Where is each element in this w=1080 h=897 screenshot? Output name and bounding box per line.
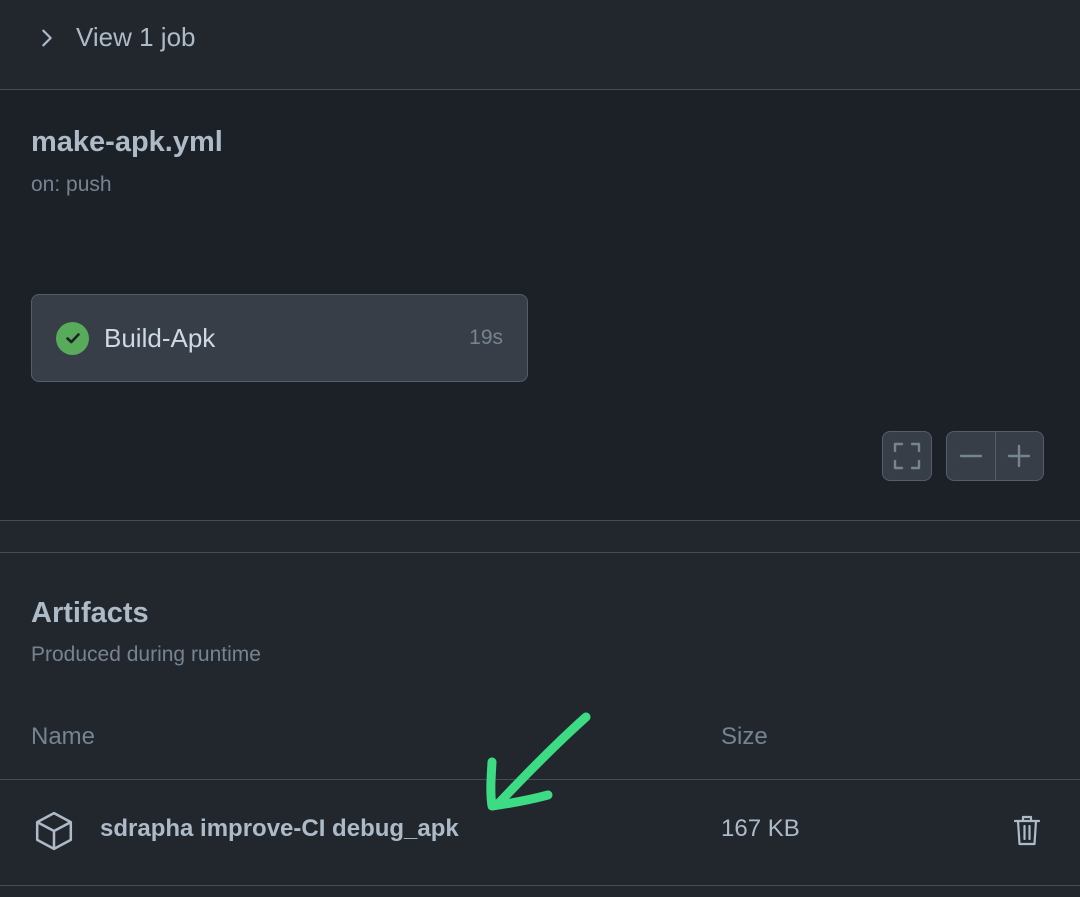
job-card-build-apk[interactable]: Build-Apk 19s: [31, 294, 528, 382]
view-jobs-toggle[interactable]: View 1 job: [0, 0, 1080, 90]
trash-icon[interactable]: [1012, 813, 1042, 847]
artifacts-title: Artifacts: [31, 597, 149, 629]
plus-icon: [1008, 444, 1031, 468]
zoom-in-button[interactable]: [994, 432, 1043, 480]
chevron-right-icon: [42, 29, 52, 46]
job-duration: 19s: [469, 326, 503, 349]
zoom-controls: [946, 431, 1044, 481]
fullscreen-icon: [893, 442, 921, 470]
artifact-size: 167 KB: [721, 815, 800, 842]
job-name: Build-Apk: [104, 322, 216, 353]
artifacts-section: Artifacts Produced during runtime Name S…: [0, 553, 1080, 897]
zoom-out-button[interactable]: [947, 432, 995, 480]
page: View 1 job make-apk.yml on: push Build-A…: [0, 0, 1080, 897]
workflow-trigger: on: push: [31, 173, 112, 196]
success-check-icon: [56, 321, 89, 355]
column-header-size: Size: [721, 723, 768, 750]
artifact-row: sdrapha improve-CI debug_apk 167 KB: [0, 779, 1080, 886]
workflow-graph: make-apk.yml on: push Build-Apk 19s: [0, 90, 1080, 521]
section-divider: [0, 521, 1080, 553]
workflow-file-name: make-apk.yml: [31, 126, 223, 158]
view-jobs-label: View 1 job: [76, 22, 196, 52]
package-icon: [35, 811, 73, 851]
fit-to-screen-button[interactable]: [882, 431, 932, 481]
minus-icon: [959, 454, 983, 458]
artifact-name-link[interactable]: sdrapha improve-CI debug_apk: [100, 815, 459, 843]
artifacts-subtitle: Produced during runtime: [31, 643, 261, 666]
column-header-name: Name: [31, 723, 96, 750]
